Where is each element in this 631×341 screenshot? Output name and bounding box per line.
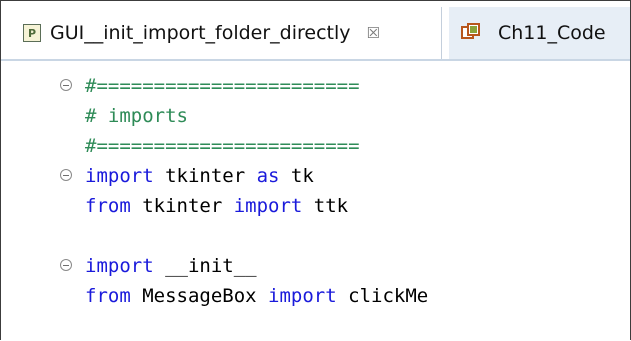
code-token-name: tkinter	[130, 195, 234, 217]
code-token-keyword: from	[85, 195, 131, 217]
code-token-comment: #=======================	[85, 135, 360, 157]
tab-label: GUI__init_import_folder_directly	[50, 22, 351, 44]
code-token-comment: # imports	[85, 105, 188, 127]
code-token-keyword: import	[85, 165, 154, 187]
code-token-name: ttk	[302, 195, 349, 217]
fold-collapse-icon[interactable]	[60, 79, 72, 91]
python-file-icon: P	[23, 24, 41, 42]
code-token-keyword: as	[256, 165, 280, 187]
code-area: #======================= # imports #======…	[1, 71, 630, 311]
package-icon	[461, 23, 481, 43]
code-token-name: MessageBox	[130, 285, 269, 307]
code-token-keyword: from	[85, 285, 131, 307]
code-editor[interactable]: #======================= # imports #======…	[1, 61, 630, 340]
code-line[interactable]: import tkinter as tk	[1, 161, 630, 191]
code-line[interactable]: #=======================	[1, 131, 630, 161]
tab-gui-init-import-folder-directly[interactable]: P GUI__init_import_folder_directly ☒	[15, 7, 442, 59]
code-token-keyword: import	[85, 255, 154, 277]
code-line[interactable]: import __init__	[1, 251, 630, 281]
tab-ch11-code[interactable]: Ch11_Code	[457, 7, 606, 59]
code-token-keyword: import	[233, 195, 303, 217]
code-line[interactable]: #=======================	[1, 71, 630, 101]
code-line[interactable]: from tkinter import ttk	[1, 191, 630, 221]
code-token-name: __init__	[153, 255, 257, 277]
close-icon[interactable]: ☒	[367, 24, 380, 42]
code-token-comment: #=======================	[85, 75, 360, 97]
editor-window: P GUI__init_import_folder_directly ☒ Ch1…	[0, 0, 631, 340]
code-token-keyword: import	[268, 285, 337, 307]
code-line[interactable]: from MessageBox import clickMe	[1, 281, 630, 311]
code-token-name: tkinter	[153, 165, 257, 187]
fold-collapse-icon[interactable]	[60, 169, 72, 181]
fold-collapse-icon[interactable]	[60, 259, 72, 271]
tab-label: Ch11_Code	[498, 22, 606, 44]
code-token-name: tk	[279, 165, 314, 187]
editor-tab-bar: P GUI__init_import_folder_directly ☒ Ch1…	[1, 1, 630, 61]
code-line[interactable]: # imports	[1, 101, 630, 131]
code-line[interactable]	[1, 221, 630, 251]
code-token-name: clickMe	[336, 285, 429, 307]
